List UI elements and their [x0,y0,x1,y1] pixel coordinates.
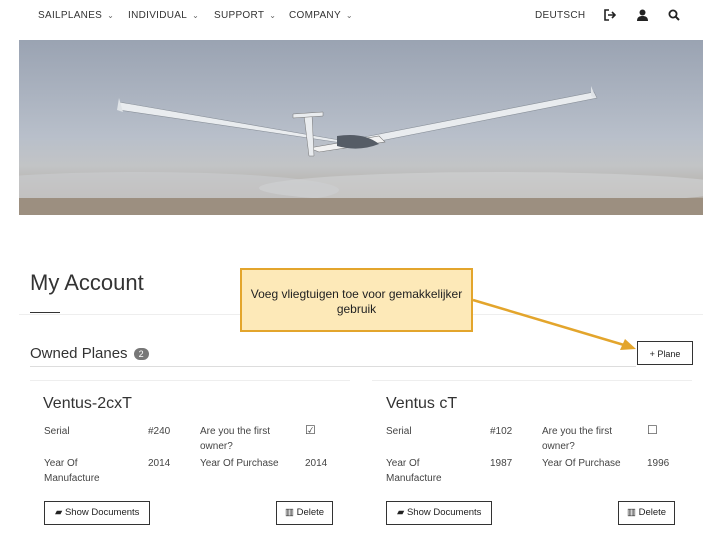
plane-card: Ventus-2cxT Serial #240 Are you the firs… [30,380,350,531]
year-purchase-label: Year Of Purchase [542,458,621,469]
delete-button[interactable]: ▥ Delete [276,501,334,525]
button-label: Show Documents [64,507,140,518]
annotation-callout: Voeg vliegtuigen toe voor gemakkelijker … [240,268,473,332]
search-icon[interactable] [668,9,680,24]
trash-icon: ▥ [627,507,636,518]
add-plane-button[interactable]: + Plane [637,341,693,365]
nav-company[interactable]: COMPANY ⌄ [289,10,353,21]
year-manufacture-label: Year Of Manufacture [44,458,100,484]
delete-button[interactable]: ▥ Delete [618,501,676,525]
button-label: Show Documents [406,507,482,518]
year-purchase-value: 2014 [305,458,328,469]
nav-label: SUPPORT [214,10,265,21]
chevron-down-icon: ⌄ [345,11,353,20]
folder-icon: ▰ [55,507,63,518]
serial-label: Serial [44,426,70,437]
show-documents-button[interactable]: ▰ Show Documents [386,501,493,525]
button-label: Delete [296,507,325,518]
section-title-text: Owned Planes [30,345,128,362]
chevron-down-icon: ⌄ [269,11,277,20]
year-manufacture-value: 2014 [148,458,171,469]
year-purchase-label: Year Of Purchase [200,458,279,469]
nav-support[interactable]: SUPPORT ⌄ [214,10,276,21]
logout-icon[interactable] [604,9,617,24]
year-manufacture-label: Year Of Manufacture [386,458,442,484]
serial-label: Serial [386,426,412,437]
trash-icon: ▥ [285,507,294,518]
year-manufacture-value: 1987 [490,458,513,469]
folder-icon: ▰ [397,507,405,518]
first-owner-label: Are you the first owner? [542,426,613,452]
section-divider [30,366,636,367]
title-underline [30,312,60,313]
user-icon[interactable] [637,9,648,24]
first-owner-label: Are you the first owner? [200,426,271,452]
serial-value: #102 [490,426,513,437]
nav-label: INDIVIDUAL [128,10,188,21]
year-purchase-value: 1996 [647,458,670,469]
count-badge: 2 [133,348,149,361]
nav-label: COMPANY [289,10,341,21]
chevron-down-icon: ⌄ [192,11,200,20]
nav-label: SAILPLANES [38,10,103,21]
chevron-down-icon: ⌄ [107,11,115,20]
language-switch[interactable]: DEUTSCH [535,10,585,21]
plane-name: Ventus-2cxT [43,395,132,412]
nav-individual[interactable]: INDIVIDUAL ⌄ [128,10,199,21]
plane-card: Ventus cT Serial #102 Are you the first … [372,380,692,531]
first-owner-checkbox[interactable]: ☑ [305,423,316,438]
nav-sailplanes[interactable]: SAILPLANES ⌄ [38,10,114,21]
serial-value: #240 [148,426,171,437]
page-title: My Account [30,270,144,295]
show-documents-button[interactable]: ▰ Show Documents [44,501,151,525]
hero-glider-photo [19,40,703,215]
top-nav: SAILPLANES ⌄ INDIVIDUAL ⌄ SUPPORT ⌄ COMPANY… [0,0,720,34]
owned-planes-heading: Owned Planes 2 [30,345,149,362]
button-label: Delete [638,507,667,518]
first-owner-checkbox[interactable]: ☐ [647,423,658,438]
plane-name: Ventus cT [386,395,458,412]
